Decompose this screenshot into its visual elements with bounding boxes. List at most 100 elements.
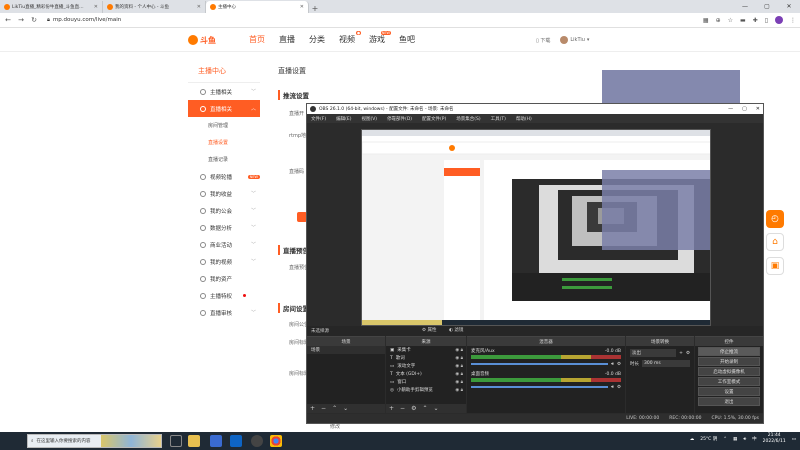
new-tab-button[interactable]: +: [309, 4, 321, 13]
maximize-button[interactable]: ▢: [756, 1, 778, 13]
menu-view[interactable]: 视图(V): [361, 116, 377, 122]
volume-slider[interactable]: [471, 386, 609, 388]
properties-button[interactable]: ⚙ 属性: [422, 327, 436, 333]
nav-live[interactable]: 直播: [279, 34, 295, 45]
douyu-logo[interactable]: 斗鱼: [188, 33, 226, 47]
menu-tools[interactable]: 工具(T): [491, 116, 506, 122]
menu-icon[interactable]: ⋮: [790, 17, 796, 24]
menu-edit[interactable]: 编辑(E): [336, 116, 351, 122]
transition-select[interactable]: 淡出: [630, 349, 677, 357]
menu-scene-collection[interactable]: 场景集合(S): [456, 116, 480, 122]
ime-icon[interactable]: 中: [752, 436, 757, 442]
move-up-icon[interactable]: ⌃: [332, 405, 337, 412]
sidebar-item-anchor[interactable]: 主播相关 ﹀: [188, 83, 260, 100]
sidebar-item-assets[interactable]: 我的资产: [188, 270, 260, 287]
filters-button[interactable]: ◐ 滤镜: [449, 327, 463, 333]
bookmark-star-icon[interactable]: ☆: [728, 17, 733, 24]
move-up-icon[interactable]: ⌃: [422, 405, 427, 412]
float-screen-button[interactable]: ▣: [766, 257, 784, 275]
source-item[interactable]: ◎ 小鹅助手剪辑预览 ◉ 🔒︎: [386, 386, 466, 394]
sidebar-item-analytics[interactable]: 数据分析 ﹀: [188, 219, 260, 236]
profile-avatar[interactable]: [775, 16, 783, 24]
source-item[interactable]: ▭ 窗口 ◉ 🔒︎: [386, 378, 466, 386]
close-tab-icon[interactable]: ✕: [300, 4, 304, 10]
add-source-button[interactable]: +: [389, 405, 394, 412]
gear-icon[interactable]: ⚙: [686, 351, 690, 356]
nav-fishbar[interactable]: 鱼吧: [399, 34, 415, 45]
source-item[interactable]: ▭ 滚动文字 ◉ 🔒︎: [386, 362, 466, 370]
sidebar-sub-live-settings[interactable]: 直播设置: [188, 134, 260, 151]
sidebar-item-my-videos[interactable]: 我的视频 ﹀: [188, 253, 260, 270]
gear-icon[interactable]: ⚙: [617, 362, 621, 367]
chrome-taskbar-icon[interactable]: [270, 435, 282, 447]
obs-preview-canvas[interactable]: [361, 129, 711, 326]
settings-button[interactable]: 设置: [698, 387, 760, 396]
browser-tab[interactable]: LikTiu直播_精彩份牛直播_斗鱼直… ✕: [0, 1, 103, 13]
browser-tab-active[interactable]: 主播中心 ✕: [206, 1, 309, 13]
remove-scene-button[interactable]: −: [321, 405, 326, 412]
network-icon[interactable]: ▦: [733, 437, 737, 442]
weather-text[interactable]: 25°C 阴: [700, 436, 717, 442]
sidebar-sub-room-manage[interactable]: 房间管理: [188, 117, 260, 134]
back-icon[interactable]: ←: [4, 16, 12, 24]
visibility-icon[interactable]: ◉ 🔒︎: [455, 379, 463, 385]
taskbar-search[interactable]: ⌕ 在这里输入你要搜索的内容: [27, 434, 162, 448]
sidebar-sub-live-records[interactable]: 直播记录: [188, 151, 260, 168]
move-down-icon[interactable]: ⌄: [433, 405, 438, 412]
task-view-icon[interactable]: [170, 435, 182, 447]
menu-profile[interactable]: 配置文件(P): [422, 116, 446, 122]
forward-icon[interactable]: →: [17, 16, 25, 24]
float-home-button[interactable]: ⌂: [766, 233, 784, 251]
visibility-icon[interactable]: ◉ 🔒︎: [455, 355, 463, 361]
reload-icon[interactable]: ↻: [30, 16, 38, 24]
pinned-app-icon-2[interactable]: [230, 435, 242, 447]
download-link[interactable]: ▯ 下载: [536, 37, 550, 44]
visibility-icon[interactable]: ◉ 🔒︎: [455, 363, 463, 369]
close-window-button[interactable]: ✕: [778, 1, 800, 13]
start-virtual-camera-button[interactable]: 启动虚拟摄像机: [698, 367, 760, 376]
sidebar-item-business[interactable]: 商业活动 ﹀: [188, 236, 260, 253]
edit-link[interactable]: 修改: [330, 423, 340, 430]
studio-mode-button[interactable]: 工作室模式: [698, 377, 760, 386]
remove-source-button[interactable]: −: [400, 405, 405, 412]
move-down-icon[interactable]: ⌄: [343, 405, 348, 412]
zoom-icon[interactable]: ⊕: [716, 17, 721, 24]
nav-home[interactable]: 首页: [249, 34, 265, 45]
browser-tab[interactable]: 我的资料 - 个人中心 - 斗鱼 ✕: [103, 1, 206, 13]
sidebar-item-earnings[interactable]: 我的收益 ﹀: [188, 185, 260, 202]
speaker-icon[interactable]: 🔊︎: [611, 384, 614, 390]
obs-maximize-button[interactable]: ▢: [742, 106, 747, 112]
nav-category[interactable]: 分类: [309, 34, 325, 45]
visibility-icon[interactable]: ◉ 🔒︎: [455, 387, 463, 393]
visibility-icon[interactable]: ◉ 🔒︎: [455, 347, 463, 353]
exit-button[interactable]: 退出: [698, 397, 760, 406]
menu-file[interactable]: 文件(F): [311, 116, 326, 122]
nav-video[interactable]: 视频 ●: [339, 31, 361, 45]
duration-input[interactable]: 300 ms: [642, 360, 690, 367]
sidebar-item-video-carousel[interactable]: 视频轮播 NEW: [188, 168, 260, 185]
nav-game[interactable]: 游戏 NEW: [369, 31, 391, 45]
clock[interactable]: 21:44 2022/6/11: [763, 433, 786, 445]
speaker-icon[interactable]: 🔊︎: [611, 361, 614, 367]
scene-item[interactable]: 场景: [307, 346, 385, 354]
minimize-button[interactable]: —: [734, 1, 756, 13]
obs-taskbar-icon[interactable]: [251, 435, 263, 447]
add-transition-icon[interactable]: +: [679, 351, 683, 356]
obs-close-button[interactable]: ✕: [756, 106, 760, 112]
menu-docks[interactable]: 停靠部件(D): [387, 116, 412, 122]
volume-slider[interactable]: [471, 363, 609, 365]
gear-icon[interactable]: ⚙: [617, 385, 621, 390]
pinned-app-icon[interactable]: [210, 435, 222, 447]
tray-up-icon[interactable]: ⌃: [723, 437, 727, 442]
obs-minimize-button[interactable]: —: [728, 106, 733, 112]
close-tab-icon[interactable]: ✕: [94, 4, 98, 10]
start-recording-button[interactable]: 开始录制: [698, 357, 760, 366]
float-live-button[interactable]: ◴: [766, 210, 784, 228]
source-item[interactable]: T 文本 (GDI+) ◉ 🔒︎: [386, 370, 466, 378]
source-item[interactable]: T 歌词 ◉ 🔒︎: [386, 354, 466, 362]
close-tab-icon[interactable]: ✕: [197, 4, 201, 10]
sidebar-item-review[interactable]: 直播审核 ﹀: [188, 304, 260, 321]
sidebar-item-live[interactable]: 直播相关 ︿: [188, 100, 260, 117]
user-menu[interactable]: LikTiu ▾: [560, 36, 589, 44]
volume-icon[interactable]: 🔊︎: [743, 436, 746, 442]
